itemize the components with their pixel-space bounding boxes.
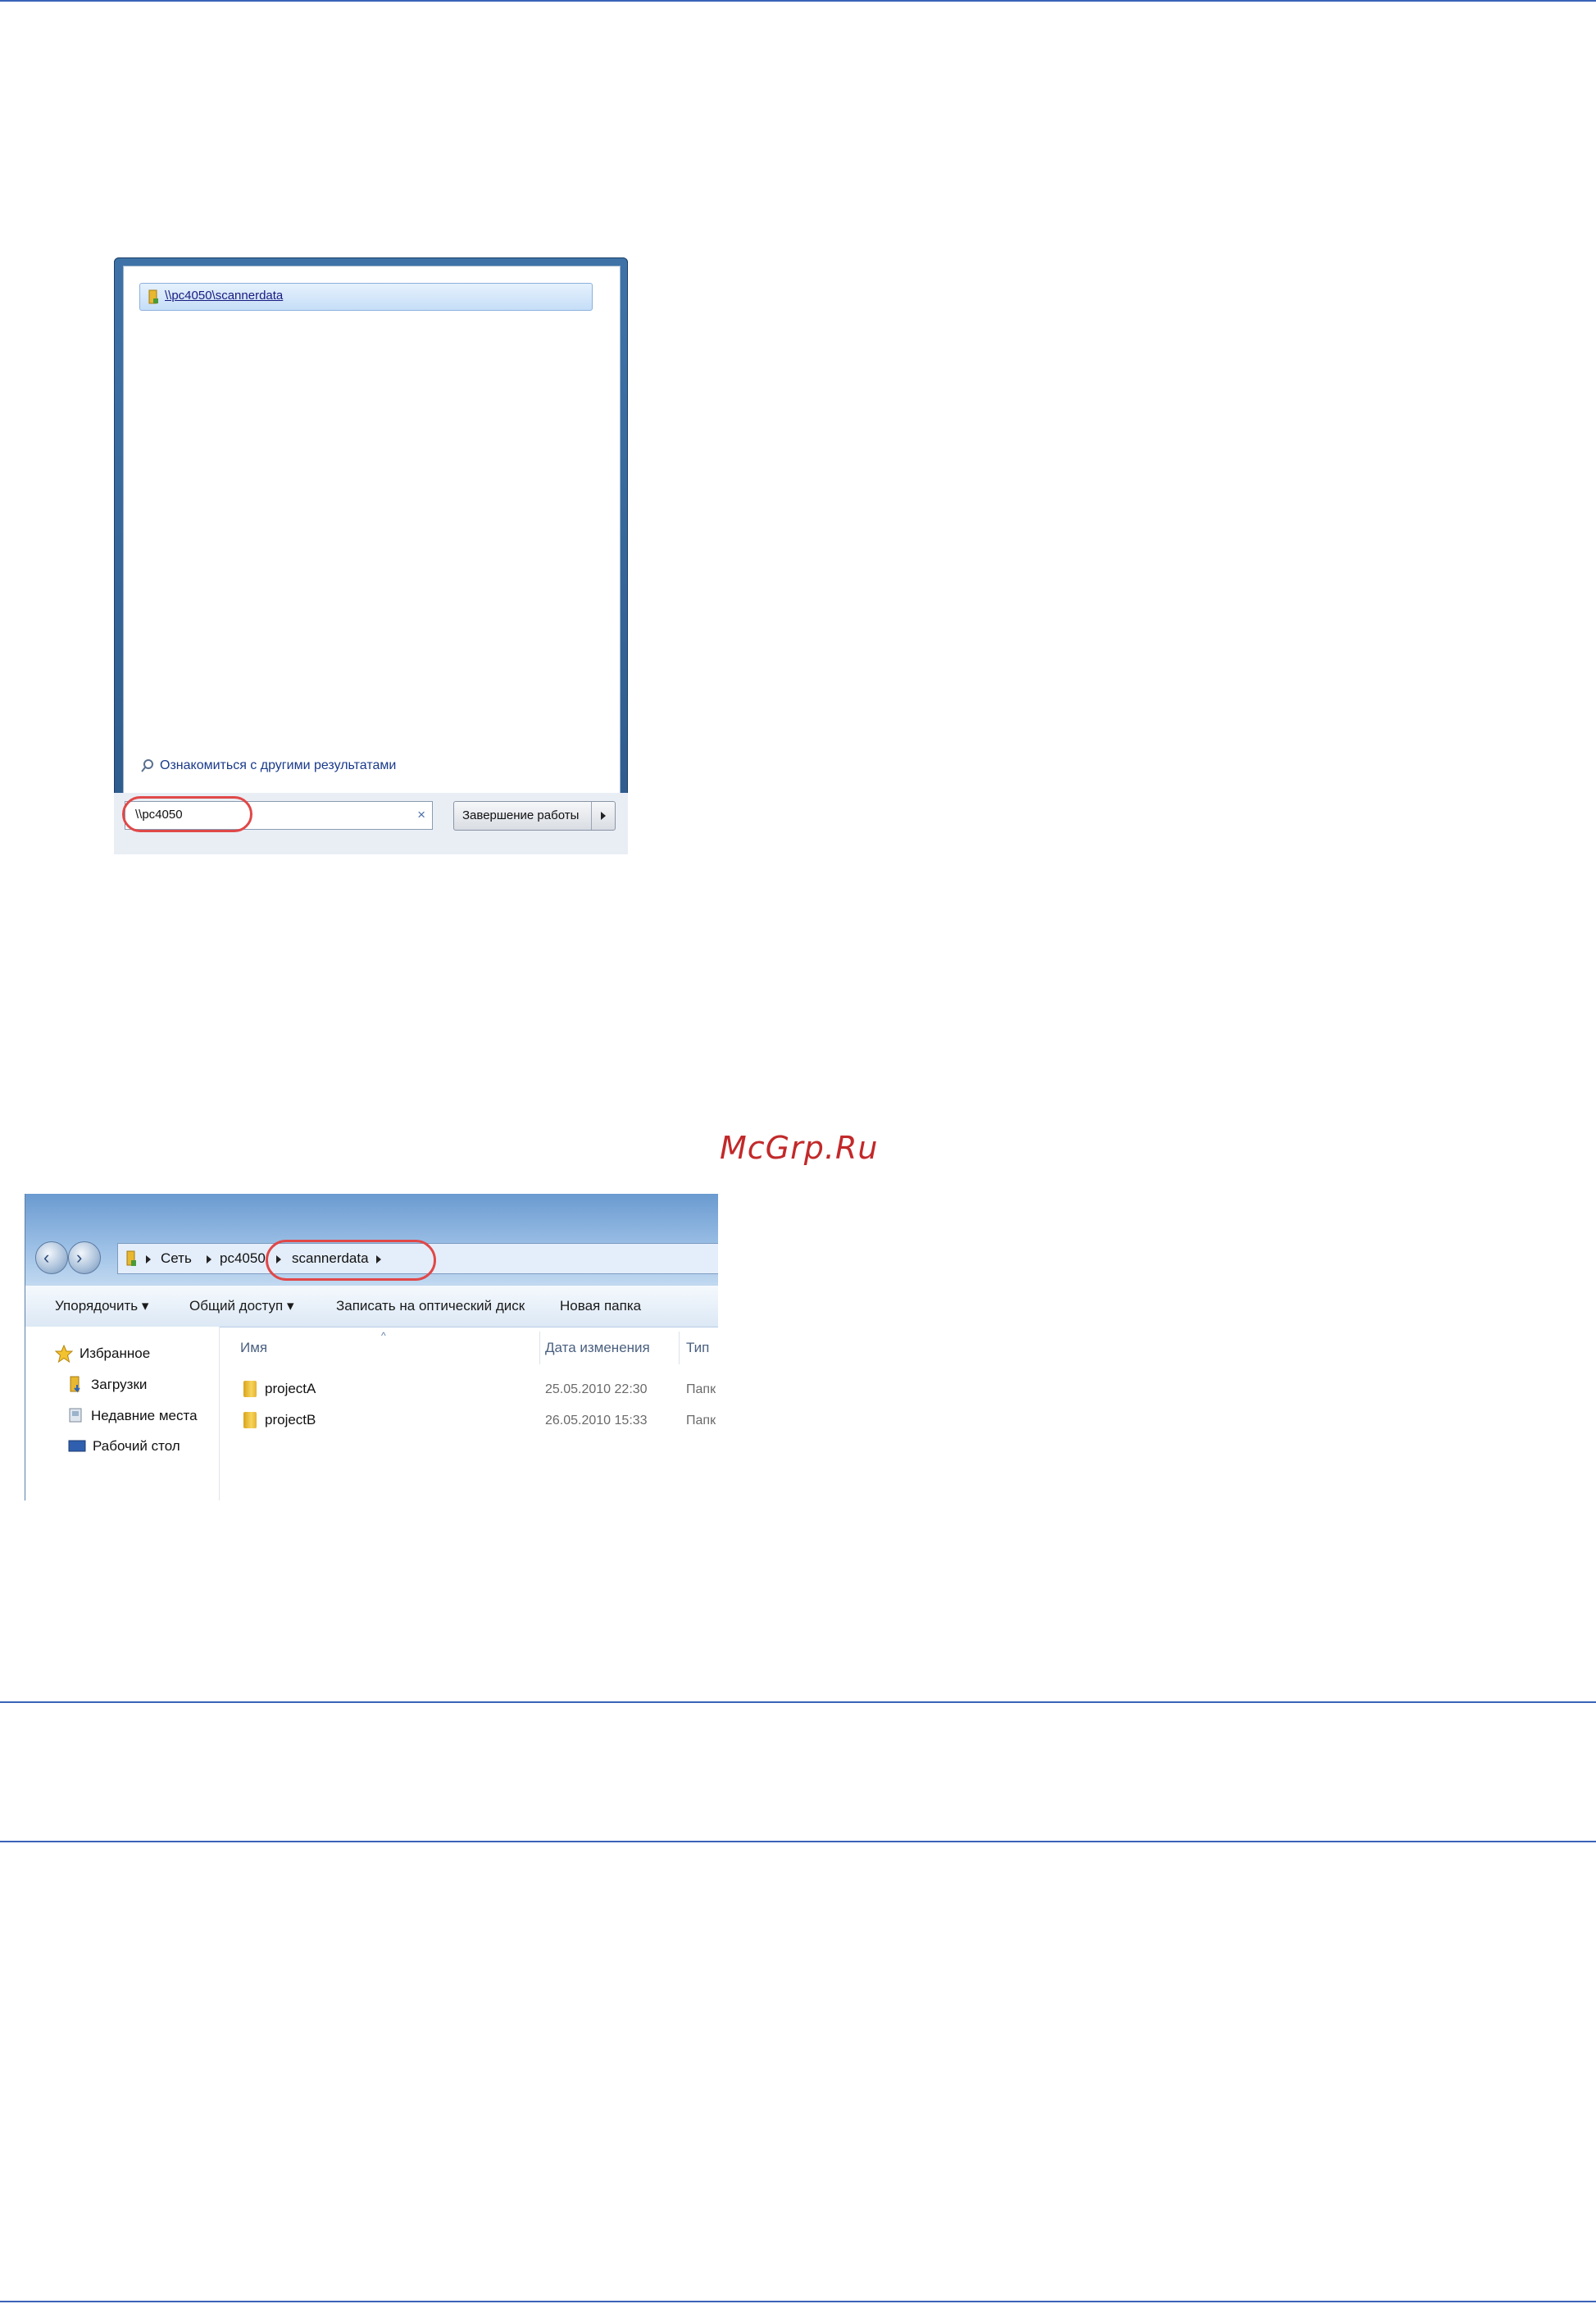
file-date: 25.05.2010 22:30: [545, 1382, 648, 1396]
breadcrumb-network[interactable]: Сеть: [161, 1250, 192, 1267]
search-icon: [141, 759, 153, 772]
bottom-rule: [0, 2301, 1596, 2302]
sidebar-item-downloads[interactable]: Загрузки: [68, 1376, 147, 1394]
forward-arrow-icon: ›: [76, 1247, 83, 1268]
column-separator: [539, 1332, 540, 1364]
network-folder-icon: [147, 289, 160, 309]
folder-icon: [243, 1412, 257, 1428]
search-result-item[interactable]: \\pc4050\scannerdata: [139, 283, 593, 311]
desktop-icon: [68, 1440, 86, 1452]
file-row-projecta[interactable]: projectA: [243, 1381, 316, 1397]
more-results-link[interactable]: Ознакомиться с другими результатами: [140, 758, 396, 773]
file-date: 26.05.2010 15:33: [545, 1414, 648, 1427]
more-results-label: Ознакомиться с другими результатами: [160, 758, 397, 772]
file-type: Папк: [686, 1414, 716, 1427]
recent-places-icon: [69, 1408, 82, 1423]
sidebar-item-desktop[interactable]: Рабочий стол: [68, 1438, 180, 1455]
explorer-window: ‹ › Сеть pc4050 scannerdata Упорядочить …: [25, 1194, 718, 1500]
sidebar-item-label: Недавние места: [91, 1408, 198, 1423]
sidebar-item-favorites[interactable]: Избранное: [55, 1345, 150, 1363]
column-separator: [679, 1332, 680, 1364]
shutdown-button[interactable]: Завершение работы: [453, 801, 616, 831]
file-row-projectb[interactable]: projectB: [243, 1412, 316, 1428]
highlight-oval-breadcrumb: [266, 1240, 436, 1281]
shutdown-options-arrow-icon[interactable]: [591, 802, 615, 830]
organize-button[interactable]: Упорядочить ▾: [55, 1298, 148, 1314]
back-button[interactable]: ‹: [35, 1241, 68, 1274]
highlight-oval-search: [122, 796, 252, 832]
sidebar-item-label: Рабочий стол: [93, 1438, 180, 1454]
file-type: Папк: [686, 1382, 716, 1396]
breadcrumb-pc4050[interactable]: pc4050: [220, 1250, 266, 1267]
downloads-folder-icon: [70, 1376, 80, 1393]
column-header-type[interactable]: Тип: [686, 1340, 709, 1356]
command-bar: Упорядочить ▾ Общий доступ ▾ Записать на…: [25, 1286, 718, 1327]
search-result-label: \\pc4050\scannerdata: [165, 289, 284, 303]
search-results-pane: \\pc4050\scannerdata Ознакомиться с друг…: [123, 266, 621, 794]
top-rule: [0, 0, 1596, 2]
star-icon: [55, 1345, 73, 1363]
column-header-name[interactable]: Имя: [240, 1340, 267, 1356]
breadcrumb-arrow-icon[interactable]: [146, 1255, 151, 1264]
sidebar-item-label: Загрузки: [91, 1377, 148, 1392]
clear-search-icon[interactable]: ×: [417, 807, 425, 823]
sidebar-item-recent-places[interactable]: Недавние места: [68, 1407, 198, 1425]
folder-icon: [243, 1381, 257, 1397]
new-folder-button[interactable]: Новая папка: [560, 1298, 641, 1314]
breadcrumb-arrow-icon[interactable]: [207, 1255, 211, 1264]
file-name: projectB: [265, 1412, 316, 1427]
sidebar-item-label: Избранное: [80, 1346, 151, 1361]
network-icon: [126, 1250, 136, 1266]
burn-disc-button[interactable]: Записать на оптический диск: [336, 1298, 525, 1314]
sort-ascending-icon: ^: [381, 1330, 386, 1341]
section-rule-2: [0, 1841, 1596, 1842]
share-button[interactable]: Общий доступ ▾: [189, 1298, 293, 1314]
section-rule-1: [0, 1701, 1596, 1703]
file-name: projectA: [265, 1381, 316, 1396]
start-menu: \\pc4050\scannerdata Ознакомиться с друг…: [114, 257, 628, 854]
back-arrow-icon: ‹: [43, 1247, 50, 1268]
navigation-pane: Избранное Загрузки Недавние места Рабочи…: [25, 1327, 220, 1500]
forward-button[interactable]: ›: [68, 1241, 101, 1274]
shutdown-label: Завершение работы: [462, 808, 580, 822]
watermark: McGrp.Ru: [720, 1130, 879, 1166]
column-header-date[interactable]: Дата изменения: [545, 1340, 650, 1356]
